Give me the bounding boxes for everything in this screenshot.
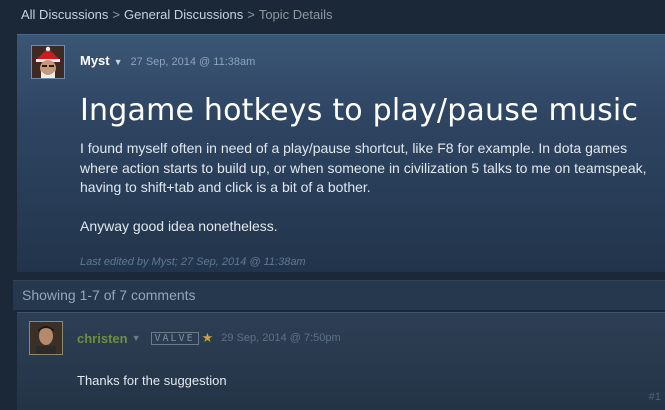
topic-post: Myst ▼ 27 Sep, 2014 @ 11:38am Ingame hot… (17, 34, 665, 272)
comment-author-name[interactable]: christen (77, 331, 128, 346)
author-name[interactable]: Myst (80, 53, 110, 68)
avatar[interactable] (31, 45, 65, 79)
valve-badge: VALVE (150, 331, 199, 345)
page-title: Ingame hotkeys to play/pause music (80, 93, 639, 128)
author-line: Myst ▼ 27 Sep, 2014 @ 11:38am (80, 53, 255, 68)
comment-author-line: christen ▼ VALVE ★ 29 Sep, 2014 @ 7:50pm (77, 330, 341, 346)
breadcrumb-general-discussions[interactable]: General Discussions (124, 7, 243, 22)
breadcrumb-separator: > (247, 7, 255, 22)
breadcrumb-all-discussions[interactable]: All Discussions (21, 7, 108, 22)
comment-date: 29 Sep, 2014 @ 7:50pm (221, 332, 341, 344)
comment-text: Thanks for the suggestion (77, 373, 227, 388)
edited-note: Last edited by Myst; 27 Sep, 2014 @ 11:3… (80, 256, 306, 268)
post-paragraph: Anyway good idea nonetheless. (80, 217, 278, 234)
post-body: I found myself often in need of a play/p… (80, 139, 650, 236)
comments-summary-bar: Showing 1-7 of 7 comments (13, 280, 665, 310)
star-icon: ★ (201, 330, 214, 345)
avatar[interactable] (29, 321, 63, 355)
chevron-down-icon[interactable]: ▼ (132, 333, 141, 343)
comments-count: Showing 1-7 of 7 comments (22, 287, 196, 303)
post-date: 27 Sep, 2014 @ 11:38am (130, 56, 256, 68)
breadcrumb-separator: > (112, 7, 121, 22)
chevron-down-icon[interactable]: ▼ (114, 57, 123, 67)
breadcrumb: All Discussions > General Discussions > … (21, 7, 333, 22)
commenter-avatar-image (30, 322, 62, 354)
post-paragraph: I found myself often in need of a play/p… (80, 140, 647, 195)
author-avatar-image (32, 46, 64, 78)
comment: christen ▼ VALVE ★ 29 Sep, 2014 @ 7:50pm… (17, 312, 665, 410)
breadcrumb-current: Topic Details (258, 7, 333, 22)
comment-index[interactable]: #1 (649, 391, 661, 403)
